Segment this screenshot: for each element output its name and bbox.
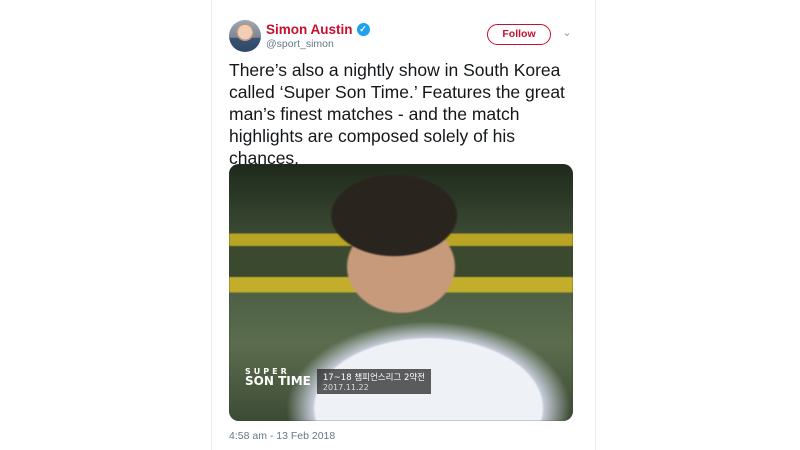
- author-avatar[interactable]: [229, 20, 261, 52]
- author-handle[interactable]: @sport_simon: [266, 38, 334, 50]
- author-name[interactable]: Simon Austin: [266, 22, 353, 37]
- author-name-row: Simon Austin ✓: [266, 20, 370, 38]
- verified-icon: ✓: [356, 22, 370, 36]
- tweet-timestamp[interactable]: 4:58 am - 13 Feb 2018: [229, 430, 335, 442]
- follow-button[interactable]: Follow: [487, 24, 551, 45]
- overlay-title: 17~18 챔피언스리그 2약전: [322, 373, 425, 383]
- overlay-date: 2017.11.22: [322, 383, 369, 392]
- tweet-text: There’s also a nightly show in South Kor…: [229, 60, 565, 168]
- tweet-media-image[interactable]: SUPER SON TIME 17~18 챔피언스리그 2약전 2017.11.…: [229, 164, 573, 421]
- show-logo-bottom: SON TIME: [245, 374, 311, 388]
- broadcast-overlay: SUPER SON TIME 17~18 챔피언스리그 2약전 2017.11.…: [245, 367, 431, 394]
- overlay-caption: 17~18 챔피언스리그 2약전 2017.11.22: [316, 369, 431, 394]
- chevron-down-icon[interactable]: ⌄: [561, 27, 573, 39]
- show-logo: SUPER SON TIME: [245, 367, 311, 388]
